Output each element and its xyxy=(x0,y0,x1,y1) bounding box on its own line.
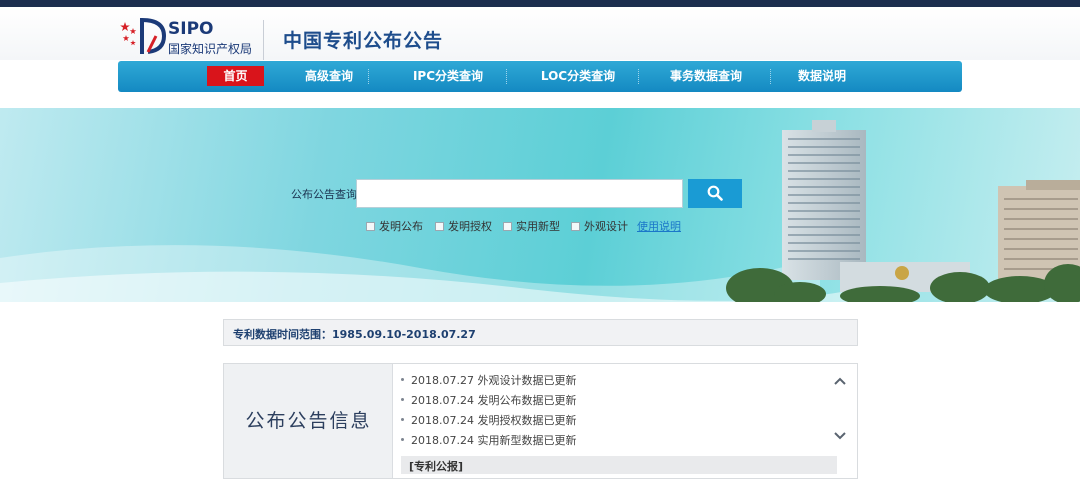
option-invention-grant[interactable]: 发明授权 xyxy=(435,218,492,233)
announcement-panel: 公布公告信息 2018.07.27 外观设计数据已更新 2018.07.24 发… xyxy=(223,363,858,479)
sipo-mark-icon xyxy=(140,17,167,54)
usage-help-link[interactable]: 使用说明 xyxy=(637,218,681,234)
nav-item-loc-search[interactable]: LOC分类查询 xyxy=(530,61,626,92)
option-label: 发明授权 xyxy=(448,220,492,233)
data-range-text: 专利数据时间范围：1985.09.10-2018.07.27 xyxy=(233,328,476,341)
bullet-icon xyxy=(401,418,404,421)
announcement-list: 2018.07.27 外观设计数据已更新 2018.07.24 发明公布数据已更… xyxy=(401,373,821,453)
patent-gazette-bar: [专利公报] xyxy=(401,456,837,474)
nav-item-ipc-search[interactable]: IPC分类查询 xyxy=(404,61,492,92)
option-utility-model[interactable]: 实用新型 xyxy=(503,218,560,233)
list-item[interactable]: 2018.07.24 发明授权数据已更新 xyxy=(401,413,821,433)
list-item[interactable]: 2018.07.24 实用新型数据已更新 xyxy=(401,433,821,453)
main-nav: 首页 高级查询 IPC分类查询 LOC分类查询 事务数据查询 数据说明 xyxy=(118,61,962,92)
announcement-title-panel: 公布公告信息 xyxy=(224,364,393,478)
option-label: 发明公布 xyxy=(379,220,423,233)
nav-item-home[interactable]: 首页 xyxy=(207,66,264,86)
option-design[interactable]: 外观设计 xyxy=(571,218,628,233)
search-input[interactable] xyxy=(356,179,683,208)
search-icon xyxy=(707,185,723,201)
list-item[interactable]: 2018.07.24 发明公布数据已更新 xyxy=(401,393,821,413)
header-divider xyxy=(263,20,264,60)
search-button[interactable] xyxy=(688,179,742,208)
checkbox[interactable] xyxy=(435,222,444,231)
chevron-up-icon[interactable] xyxy=(832,374,848,388)
checkbox[interactable] xyxy=(503,222,512,231)
option-label: 外观设计 xyxy=(584,220,628,233)
data-range-bar: 专利数据时间范围：1985.09.10-2018.07.27 xyxy=(223,319,858,346)
checkbox[interactable] xyxy=(571,222,580,231)
nav-item-data-description[interactable]: 数据说明 xyxy=(786,61,858,92)
option-invention-publication[interactable]: 发明公布 xyxy=(366,218,423,233)
sipo-logo[interactable]: SIPO 国家知识产权局 xyxy=(120,16,260,60)
option-label: 实用新型 xyxy=(516,220,560,233)
announcement-title: 公布公告信息 xyxy=(245,410,372,432)
list-item[interactable]: 2018.07.27 外观设计数据已更新 xyxy=(401,373,821,393)
bullet-icon xyxy=(401,398,404,401)
chevron-down-icon[interactable] xyxy=(832,429,848,443)
bullet-icon xyxy=(401,438,404,441)
list-item-text: 2018.07.27 外观设计数据已更新 xyxy=(411,374,577,387)
site-title: 中国专利公布公告 xyxy=(283,30,444,52)
logo-subtext: 国家知识产权局 xyxy=(168,42,253,56)
checkbox[interactable] xyxy=(366,222,375,231)
logo-text: SIPO xyxy=(168,19,214,39)
nav-separator xyxy=(770,69,771,84)
nav-separator xyxy=(638,69,639,84)
search-label: 公布公告查询 xyxy=(291,188,357,201)
nav-separator xyxy=(506,69,507,84)
nav-item-transaction-search[interactable]: 事务数据查询 xyxy=(658,61,754,92)
bullet-icon xyxy=(401,378,404,381)
site-header: SIPO 国家知识产权局 中国专利公布公告 xyxy=(0,7,1080,60)
list-item-text: 2018.07.24 实用新型数据已更新 xyxy=(411,434,577,447)
patent-gazette-label[interactable]: [专利公报] xyxy=(409,458,463,474)
list-item-text: 2018.07.24 发明授权数据已更新 xyxy=(411,414,577,427)
nav-item-advanced-search[interactable]: 高级查询 xyxy=(293,61,365,92)
list-item-text: 2018.07.24 发明公布数据已更新 xyxy=(411,394,577,407)
nav-separator xyxy=(368,69,369,84)
search-banner: 公布公告查询 发明公布 发明授权 实用新型 外观设计 使用说明 xyxy=(0,108,1080,302)
top-strip xyxy=(0,0,1080,7)
